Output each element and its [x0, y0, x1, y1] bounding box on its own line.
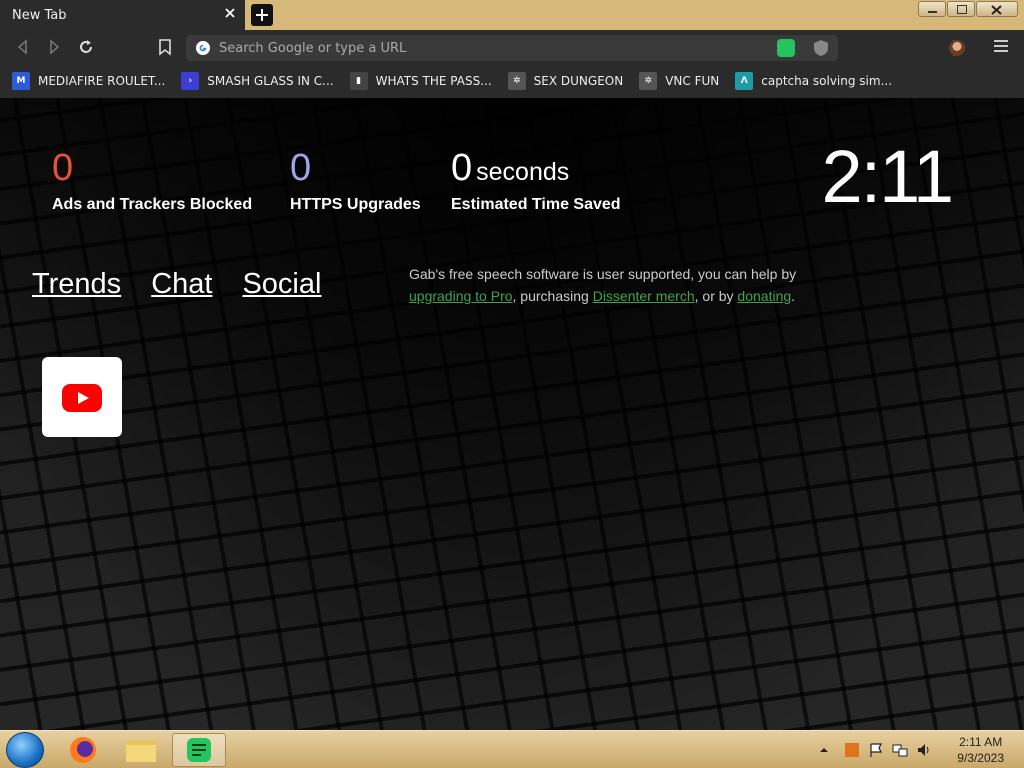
gab-text: , or by [694, 288, 738, 304]
stat-ads-blocked: 0 Ads and Trackers Blocked [52, 148, 252, 214]
tab-close-icon[interactable] [223, 6, 237, 20]
gab-text: . [791, 288, 796, 304]
social-link[interactable]: Social [242, 268, 321, 301]
bookmark-label: SEX DUNGEON [533, 74, 624, 88]
smash-glass-icon: › [181, 72, 200, 90]
stat-value: 0 [52, 147, 74, 189]
gear-site-icon: ✲ [639, 72, 658, 90]
maximize-button[interactable] [947, 1, 975, 17]
bookmark-label: MEDIAFIRE ROULET... [38, 74, 166, 88]
minimize-button[interactable] [918, 1, 946, 17]
dissenter-icon [187, 738, 211, 762]
stat-value: 0 [290, 147, 312, 189]
back-icon[interactable] [14, 38, 32, 56]
stat-label: HTTPS Upgrades [290, 196, 421, 213]
youtube-tile[interactable] [42, 357, 122, 437]
stat-value: 0 [451, 147, 473, 189]
gear-site-icon: ✲ [507, 72, 526, 90]
browser-toolbar [0, 30, 1024, 64]
taskbar-date: 9/3/2023 [957, 751, 1004, 765]
bookmark-item[interactable]: ✲ SEX DUNGEON [507, 72, 624, 90]
bookmark-item[interactable]: ▮ WHATS THE PASS... [349, 72, 492, 90]
firefox-icon [70, 737, 96, 763]
stat-time-saved: 0 seconds Estimated Time Saved [451, 148, 621, 214]
gab-text: , purchasing [512, 288, 593, 304]
volume-icon[interactable] [916, 742, 932, 758]
close-window-button[interactable] [976, 1, 1018, 17]
terminal-icon: ▮ [349, 72, 368, 90]
trends-link[interactable]: Trends [32, 268, 121, 301]
bookmark-icon[interactable] [156, 38, 174, 56]
gab-support-message: Gab's free speech software is user suppo… [409, 263, 804, 307]
bookmark-item[interactable]: Λ captcha solving sim... [735, 72, 892, 90]
bookmark-item[interactable]: ✲ VNC FUN [639, 72, 719, 90]
top-links: Trends Chat Social [32, 268, 351, 301]
chat-link[interactable]: Chat [151, 268, 212, 301]
shield-icon[interactable] [813, 39, 829, 57]
new-tab-button[interactable] [251, 4, 273, 26]
stat-https-upgrades: 0 HTTPS Upgrades [290, 148, 421, 214]
stat-unit: seconds [476, 158, 570, 186]
search-input[interactable] [219, 37, 759, 59]
donating-link[interactable]: donating [737, 288, 791, 304]
firefox-taskbar-item[interactable] [56, 733, 110, 767]
flag-icon[interactable] [868, 742, 884, 758]
google-icon [196, 41, 210, 55]
bookmark-item[interactable]: › SMASH GLASS IN C... [181, 72, 334, 90]
browser-taskbar-item[interactable] [172, 733, 226, 767]
bookmark-label: captcha solving sim... [761, 74, 893, 88]
forward-icon[interactable] [45, 38, 63, 56]
tab-new-tab[interactable]: New Tab [0, 0, 245, 30]
window-controls [917, 1, 1018, 17]
title-bar: New Tab [0, 0, 1024, 30]
tray-app-icon[interactable] [844, 742, 860, 758]
stat-label: Ads and Trackers Blocked [52, 196, 253, 213]
bookmark-label: SMASH GLASS IN C... [207, 74, 334, 88]
tab-title: New Tab [12, 8, 67, 23]
bookmarks-bar: M MEDIAFIRE ROULET... › SMASH GLASS IN C… [0, 64, 1024, 98]
stat-label: Estimated Time Saved [451, 196, 621, 213]
bookmark-item[interactable]: M MEDIAFIRE ROULET... [12, 72, 165, 90]
folder-icon [126, 740, 156, 762]
bookmark-label: WHATS THE PASS... [375, 74, 492, 88]
address-bar[interactable] [186, 35, 954, 61]
close-icon [991, 5, 1002, 15]
taskbar: 2:11 AM 9/3/2023 [0, 730, 1024, 768]
mediafire-icon: M [12, 72, 30, 90]
network-icon[interactable] [892, 742, 908, 758]
new-tab-page: 0 Ads and Trackers Blocked 0 HTTPS Upgra… [0, 98, 1024, 730]
start-button[interactable] [6, 732, 44, 768]
clock: 2:11 [821, 135, 954, 218]
upgrade-pro-link[interactable]: upgrading to Pro [409, 288, 513, 304]
bookmark-label: VNC FUN [665, 74, 720, 88]
reload-icon[interactable] [77, 38, 95, 56]
dissenter-extension-icon[interactable] [777, 39, 795, 57]
tray-expand-icon[interactable] [816, 742, 832, 758]
gab-text: Gab's free speech software is user suppo… [409, 266, 797, 282]
dissenter-merch-link[interactable]: Dissenter merch [593, 288, 695, 304]
explorer-taskbar-item[interactable] [114, 733, 168, 767]
profile-avatar[interactable] [949, 40, 965, 56]
taskbar-time: 2:11 AM [959, 735, 1003, 749]
taskbar-clock[interactable]: 2:11 AM 9/3/2023 [957, 734, 1004, 766]
menu-button[interactable] [994, 40, 1008, 54]
youtube-icon [62, 384, 102, 412]
captcha-icon: Λ [735, 72, 754, 90]
